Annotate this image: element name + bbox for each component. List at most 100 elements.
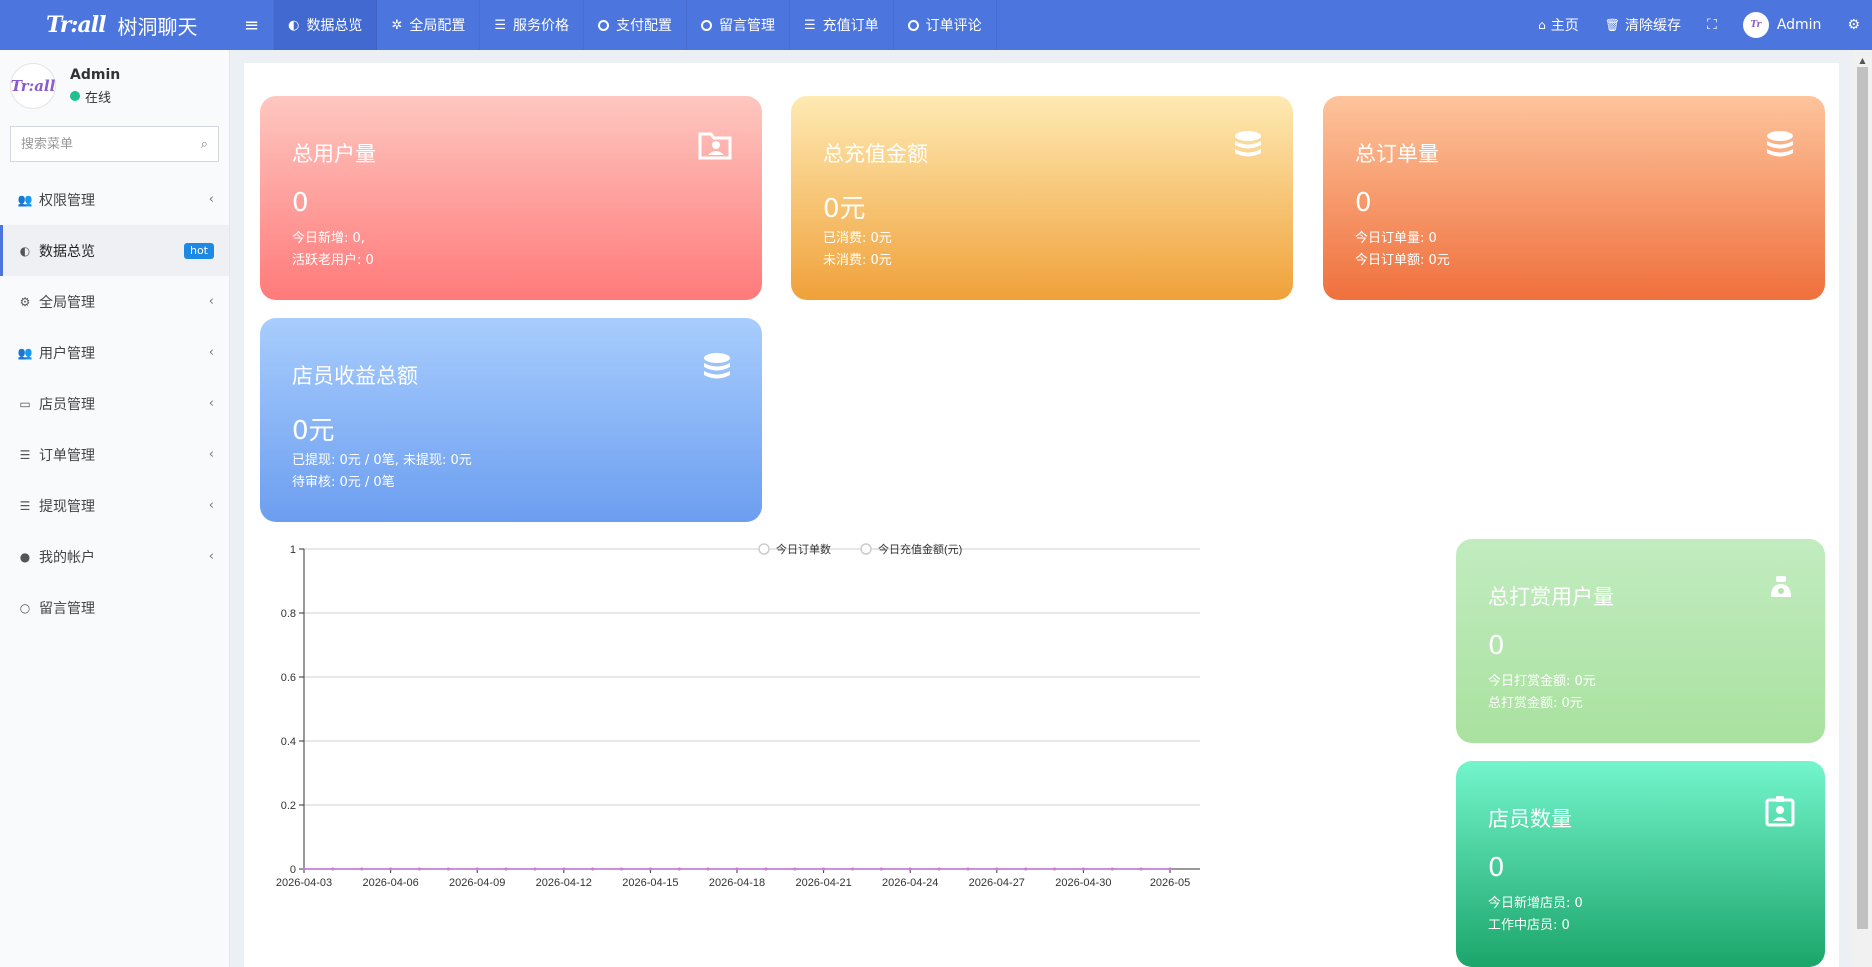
nav-tab-label: 数据总览 xyxy=(306,18,363,34)
nav-tab-label: 订单评论 xyxy=(925,18,982,34)
scroll-thumb[interactable] xyxy=(1857,67,1868,929)
sidebar-item-label: 提现管理 xyxy=(39,498,95,515)
card-value: 0元 xyxy=(823,194,866,224)
sidebar-item-messages[interactable]: ○ 留言管理 xyxy=(0,582,229,633)
data-point xyxy=(1139,867,1143,871)
chevron-left-icon: ‹ xyxy=(208,498,214,513)
card-title: 店员数量 xyxy=(1488,807,1572,831)
page-scrollbar[interactable]: ▲ xyxy=(1853,50,1872,967)
data-point xyxy=(879,867,883,871)
sidebar-item-my-account[interactable]: ● 我的帐户 ‹ xyxy=(0,531,229,582)
online-dot-icon xyxy=(70,91,80,101)
nav-tab-order-reviews[interactable]: 订单评论 xyxy=(894,0,997,50)
card-tip-users: 总打赏用户量 0 今日打赏金额: 0元 总打赏金额: 0元 xyxy=(1456,539,1825,743)
nav-tab-global-config[interactable]: ✲ 全局配置 xyxy=(377,0,481,50)
sidebar-item-global[interactable]: ⚙ 全局管理 ‹ xyxy=(0,276,229,327)
gear-icon: ✲ xyxy=(391,17,403,33)
data-point xyxy=(966,867,970,871)
nav-tab-label: 服务价格 xyxy=(513,18,569,34)
x-tick-label: 2026-04-12 xyxy=(536,877,592,889)
nav-tab-service-price[interactable]: ☰ 服务价格 xyxy=(480,0,584,50)
home-link[interactable]: ⌂ 主页 xyxy=(1525,0,1592,50)
fullscreen-button[interactable]: ⛶ xyxy=(1694,0,1730,50)
data-point xyxy=(995,867,999,871)
data-point xyxy=(360,867,364,871)
nav-tab-label: 全局配置 xyxy=(409,18,466,34)
y-tick-label: 0.6 xyxy=(281,672,296,684)
scroll-up-icon[interactable]: ▲ xyxy=(1853,56,1872,65)
nav-tab-recharge-orders[interactable]: ☰ 充值订单 xyxy=(790,0,894,50)
legend-marker xyxy=(860,543,872,555)
data-point xyxy=(591,867,595,871)
money-bag-icon xyxy=(1767,573,1795,609)
avatar: Tr:all xyxy=(10,63,56,109)
x-tick-label: 2026-04-21 xyxy=(795,877,851,889)
x-tick-label: 2026-04-24 xyxy=(882,877,938,889)
data-point xyxy=(764,867,768,871)
dashboard-icon: ◐ xyxy=(288,17,300,33)
data-point xyxy=(389,867,393,871)
search-input[interactable] xyxy=(21,136,201,152)
top-nav: ≡ ◐ 数据总览 ✲ 全局配置 ☰ 服务价格 支付配置 留言管理 ☰ 充值订单 … xyxy=(230,0,997,50)
orders-recharge-chart: 0 0.2 0.4 0.6 0.8 1 2026-04-03 2026-04-06 2026-0… xyxy=(244,539,1424,967)
chevron-left-icon: ‹ xyxy=(208,345,214,360)
chart-svg: 0 0.2 0.4 0.6 0.8 1 2026-04-03 2026-04-06 2026-0… xyxy=(276,542,1200,889)
data-point xyxy=(1081,867,1085,871)
card-value: 0 xyxy=(1488,631,1505,661)
sidebar-item-label: 订单管理 xyxy=(39,447,95,464)
user-info: Admin 在线 xyxy=(70,67,120,106)
chevron-left-icon: ‹ xyxy=(208,192,214,207)
menu-toggle-button[interactable]: ≡ xyxy=(230,0,275,50)
user-menu-name: Admin xyxy=(1776,17,1822,33)
settings-button[interactable]: ⚙ xyxy=(1834,0,1872,50)
home-label: 主页 xyxy=(1550,18,1579,34)
sidebar-item-users[interactable]: 👥 用户管理 ‹ xyxy=(0,327,229,378)
sidebar-item-permissions[interactable]: 👥 权限管理 ‹ xyxy=(0,174,229,225)
sidebar-item-label: 我的帐户 xyxy=(39,549,95,566)
sidebar-item-orders[interactable]: ☰ 订单管理 ‹ xyxy=(0,429,229,480)
gears-icon: ⚙ xyxy=(1847,17,1860,33)
sidebar-item-withdrawals[interactable]: ☰ 提现管理 ‹ xyxy=(0,480,229,531)
nav-tab-label: 支付配置 xyxy=(616,18,672,34)
chevron-left-icon: ‹ xyxy=(208,549,214,564)
hot-badge: hot xyxy=(183,242,214,259)
nav-tab-payment-config[interactable]: 支付配置 xyxy=(584,0,687,50)
card-value: 0 xyxy=(292,188,309,218)
card-value: 0元 xyxy=(292,416,335,446)
data-point xyxy=(735,867,739,871)
data-point xyxy=(504,867,508,871)
sidebar-item-label: 数据总览 xyxy=(39,243,95,260)
nav-tab-dashboard[interactable]: ◐ 数据总览 xyxy=(274,0,378,50)
legend-marker xyxy=(758,543,770,555)
card-detail: 今日打赏金额: 0元 xyxy=(1488,674,1596,689)
data-point xyxy=(706,867,710,871)
user-menu[interactable]: Tr Admin xyxy=(1730,0,1835,50)
clear-cache-button[interactable]: 🗑 清除缓存 xyxy=(1592,0,1694,50)
sidebar-item-label: 用户管理 xyxy=(39,345,95,362)
id-card-icon: ▭ xyxy=(19,396,31,411)
legend-label: 今日充值金额(元) xyxy=(878,542,962,556)
card-staff-count: 店员数量 0 今日新增店员: 0 工作中店员: 0 xyxy=(1456,761,1825,967)
app-name: 树洞聊天 xyxy=(117,14,198,39)
search-icon[interactable]: ⌕ xyxy=(201,137,208,152)
sidebar-item-staff[interactable]: ▭ 店员管理 ‹ xyxy=(0,378,229,429)
x-tick-label: 2026-04-27 xyxy=(969,877,1025,889)
top-navbar: Tr:all 树洞聊天 ≡ ◐ 数据总览 ✲ 全局配置 ☰ 服务价格 支付配置 … xyxy=(0,0,1872,50)
logo[interactable]: Tr:all 树洞聊天 xyxy=(0,0,230,50)
sidebar-item-label: 全局管理 xyxy=(39,294,95,311)
card-detail: 待审核: 0元 / 0笔 xyxy=(292,475,395,490)
top-right-nav: ⌂ 主页 🗑 清除缓存 ⛶ Tr Admin ⚙ xyxy=(1525,0,1872,50)
x-tick-label: 2026-05 xyxy=(1150,877,1190,889)
sidebar-item-dashboard[interactable]: ◐ 数据总览 hot xyxy=(0,225,229,276)
user-panel: Tr:all Admin 在线 xyxy=(0,50,229,122)
card-title: 店员收益总额 xyxy=(292,364,418,388)
card-title: 总充值金额 xyxy=(823,142,928,166)
card-title: 总用户量 xyxy=(292,142,376,166)
avatar-small: Tr xyxy=(1742,12,1769,38)
x-tick-label: 2026-04-15 xyxy=(622,877,678,889)
database-icon: ☰ xyxy=(19,447,31,462)
data-point xyxy=(562,867,566,871)
user-name: Admin xyxy=(70,66,121,83)
nav-tab-messages[interactable]: 留言管理 xyxy=(687,0,790,50)
sidebar-item-label: 权限管理 xyxy=(39,192,95,209)
